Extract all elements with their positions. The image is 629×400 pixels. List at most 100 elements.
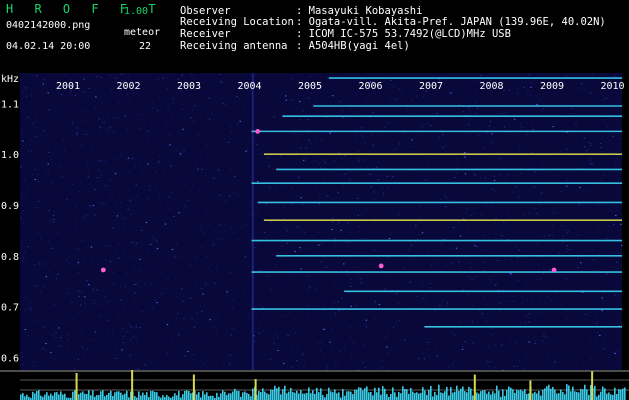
noise-speck <box>108 343 111 345</box>
noise-speck <box>76 127 78 129</box>
noise-speck <box>603 174 605 176</box>
noise-speck <box>441 300 444 302</box>
noise-speck <box>38 263 40 265</box>
noise-speck <box>490 206 492 208</box>
noise-speck <box>491 133 493 135</box>
noise-speck <box>494 367 496 369</box>
noise-speck <box>528 313 531 315</box>
count-bar <box>176 395 178 400</box>
noise-speck <box>221 343 223 345</box>
noise-speck <box>620 223 622 225</box>
count-bar <box>142 392 144 400</box>
noise-speck <box>21 352 23 354</box>
noise-speck <box>123 73 126 75</box>
noise-speck <box>169 144 171 146</box>
noise-speck <box>182 73 184 75</box>
noise-speck <box>381 360 383 362</box>
noise-speck <box>297 330 299 332</box>
noise-speck <box>127 73 130 75</box>
noise-speck <box>465 151 467 153</box>
noise-speck <box>229 354 231 356</box>
noise-speck <box>566 148 569 150</box>
noise-speck <box>69 93 72 95</box>
noise-speck <box>471 278 473 280</box>
noise-speck <box>21 133 24 135</box>
noise-speck <box>347 222 349 224</box>
noise-speck <box>79 304 81 306</box>
noise-speck <box>355 94 357 96</box>
noise-speck <box>36 253 39 255</box>
noise-speck <box>159 155 161 157</box>
noise-speck <box>26 116 29 118</box>
count-bar <box>158 396 160 400</box>
noise-speck <box>526 299 528 301</box>
noise-speck <box>24 329 26 330</box>
noise-speck <box>403 267 405 269</box>
year-label: 2002 <box>116 81 140 92</box>
noise-speck <box>129 199 132 201</box>
noise-speck <box>282 245 284 247</box>
noise-speck <box>554 361 556 363</box>
noise-speck <box>450 332 453 334</box>
noise-speck <box>133 197 136 199</box>
noise-speck <box>514 351 516 353</box>
noise-speck <box>589 92 592 94</box>
noise-speck <box>600 147 602 148</box>
noise-speck <box>97 90 99 92</box>
noise-speck <box>436 112 438 114</box>
noise-speck <box>597 332 599 334</box>
count-bar <box>188 390 190 400</box>
noise-speck <box>526 134 528 136</box>
noise-speck <box>222 238 224 240</box>
noise-speck <box>36 127 38 129</box>
noise-speck <box>208 268 210 270</box>
noise-speck <box>329 132 331 134</box>
count-bar <box>250 396 252 400</box>
count-bar <box>544 388 546 400</box>
noise-speck <box>50 219 52 221</box>
noise-speck <box>183 317 185 319</box>
count-bar <box>326 393 328 400</box>
noise-speck <box>130 213 132 215</box>
noise-speck <box>43 130 45 132</box>
count-bar <box>246 392 248 400</box>
noise-speck <box>445 265 448 267</box>
noise-speck <box>396 293 398 295</box>
count-bar <box>94 396 96 400</box>
noise-speck <box>286 230 288 232</box>
noise-speck <box>182 128 184 130</box>
noise-speck <box>325 319 328 321</box>
noise-speck <box>601 310 603 312</box>
count-bar <box>414 393 416 400</box>
noise-speck <box>115 346 118 348</box>
noise-speck <box>483 270 485 272</box>
noise-speck <box>308 305 310 306</box>
noise-speck <box>120 201 122 203</box>
noise-speck <box>24 87 27 89</box>
noise-speck <box>366 326 368 328</box>
count-peak <box>254 379 257 400</box>
noise-speck <box>27 186 30 188</box>
noise-speck <box>287 144 289 146</box>
noise-speck <box>228 302 231 304</box>
noise-speck <box>494 191 497 193</box>
noise-speck <box>473 347 476 349</box>
noise-speck <box>573 101 575 103</box>
noise-speck <box>212 244 215 246</box>
noise-speck <box>83 79 85 80</box>
noise-speck <box>566 185 568 187</box>
noise-speck <box>466 343 468 345</box>
noise-speck <box>161 272 163 274</box>
count-bar <box>600 391 602 400</box>
count-bar <box>494 393 496 400</box>
noise-speck <box>62 176 64 177</box>
noise-speck <box>106 116 108 118</box>
noise-speck <box>554 175 557 177</box>
noise-speck <box>283 363 285 364</box>
noise-speck <box>588 190 591 192</box>
noise-speck <box>483 297 485 299</box>
noise-speck <box>567 230 570 232</box>
count-bar <box>506 389 508 400</box>
noise-speck <box>55 278 58 280</box>
noise-speck <box>124 115 126 117</box>
